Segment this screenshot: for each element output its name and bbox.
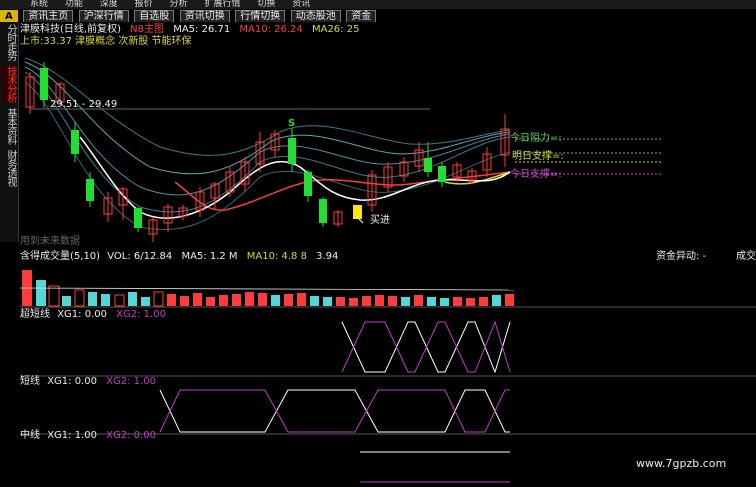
- tab-market[interactable]: 沪深行情: [78, 10, 129, 22]
- volume-flow-label: 成交: [736, 251, 756, 262]
- buy-marker: 买进: [370, 215, 390, 226]
- price-range-label: 29.51 - 29.49: [50, 99, 118, 110]
- side-tab-finance[interactable]: 财务透视: [2, 150, 16, 186]
- menu-analysis[interactable]: 分析: [170, 0, 188, 9]
- indicator-3-xg1: XG1: 1.00: [47, 430, 97, 441]
- indicator-2-xg2: XG2: 1.00: [106, 376, 156, 387]
- side-tab-bar: 分时走势 技术分析 基本资料 财务透视: [0, 22, 19, 242]
- today-support-label: 今日支撑=:: [510, 169, 562, 180]
- menu-system[interactable]: 系统: [30, 0, 48, 9]
- today-resistance-label: 今日阻力=:: [510, 133, 562, 144]
- side-tab-intraday[interactable]: 分时走势: [2, 24, 16, 60]
- capital-move-label: 资金异动: -: [656, 251, 707, 262]
- tab-stock-pool[interactable]: 动态股池: [290, 10, 341, 22]
- volume-bars: [20, 270, 515, 307]
- menu-switch[interactable]: 切换: [257, 0, 275, 9]
- side-tab-profile[interactable]: 基本资料: [2, 108, 16, 144]
- future-data-note: 用到未来数据: [20, 236, 80, 247]
- ma26-value: MA26: 25: [311, 24, 360, 35]
- indicator-3-header: 中线 XG1: 1.00 XG2: 0.00: [20, 430, 156, 441]
- indicator-1-xg1: XG1: 0.00: [57, 309, 107, 320]
- side-tab-technical[interactable]: 技术分析: [2, 66, 16, 102]
- volume-title: 含得成交量(5,10): [20, 251, 101, 262]
- indicator-1-name: 超短线: [20, 309, 50, 320]
- tomorrow-support-label: 明日支撑=:: [512, 151, 564, 162]
- overlay-label[interactable]: N8主图: [130, 24, 164, 35]
- indicator-2-lines: [159, 389, 510, 433]
- stock-concept-line: 上市:33.37 津膜概念 次新股 节能环保: [20, 36, 192, 47]
- indicator-2-xg1: XG1: 0.00: [47, 376, 97, 387]
- ma10-value: MA10: 26.24: [239, 24, 303, 35]
- indicator-3-name: 中线: [20, 430, 40, 441]
- volume-value: VOL: 6/12.84: [107, 251, 173, 262]
- stock-title: 津膜科技(日线,前复权): [20, 24, 121, 35]
- menu-bar: 系统 功能 深度 报价 分析 扩展行情 切换 资讯: [0, 0, 756, 9]
- ma5-value: MA5: 26.71: [173, 24, 231, 35]
- sell-marker: S: [288, 118, 296, 129]
- tab-watchlist[interactable]: 自选股: [134, 10, 175, 22]
- tab-quote-switch[interactable]: 行情切换: [235, 10, 286, 22]
- volume-ma10: MA10: 4.8 8: [246, 251, 307, 262]
- volume-ma5: MA5: 1.2 M: [181, 251, 238, 262]
- indicator-1-header: 超短线 XG1: 0.00 XG2: 1.00: [20, 309, 166, 320]
- top-tab-bar: A 资讯主页 沪深行情 自选股 资讯切换 行情切换 动态股池 资金: [0, 9, 430, 22]
- tab-news-home[interactable]: 资讯主页: [23, 10, 74, 22]
- menu-extended[interactable]: 扩展行情: [204, 0, 240, 9]
- menu-depth[interactable]: 深度: [100, 0, 118, 9]
- volume-extra: 3.94: [316, 251, 339, 262]
- band-lines: [24, 57, 511, 231]
- menu-news[interactable]: 资讯: [292, 0, 310, 9]
- tab-a[interactable]: A: [0, 10, 18, 22]
- indicator-1-lines: [341, 320, 511, 374]
- indicator-1-xg2: XG2: 1.00: [116, 309, 166, 320]
- indicator-3-xg2: XG2: 0.00: [106, 430, 156, 441]
- indicator-2-header: 短线 XG1: 0.00 XG2: 1.00: [20, 376, 156, 387]
- menu-quote[interactable]: 报价: [135, 0, 153, 9]
- chart-title-line: 津膜科技(日线,前复权) N8主图 MA5: 26.71 MA10: 26.24…: [20, 24, 365, 36]
- menu-function[interactable]: 功能: [65, 0, 83, 9]
- tab-funds[interactable]: 资金: [346, 10, 377, 22]
- watermark: www.7gpzb.com: [636, 457, 727, 470]
- indicator-2-name: 短线: [20, 376, 40, 387]
- tab-news-switch[interactable]: 资讯切换: [179, 10, 230, 22]
- volume-header: 含得成交量(5,10) VOL: 6/12.84 MA5: 1.2 M MA10…: [20, 251, 756, 262]
